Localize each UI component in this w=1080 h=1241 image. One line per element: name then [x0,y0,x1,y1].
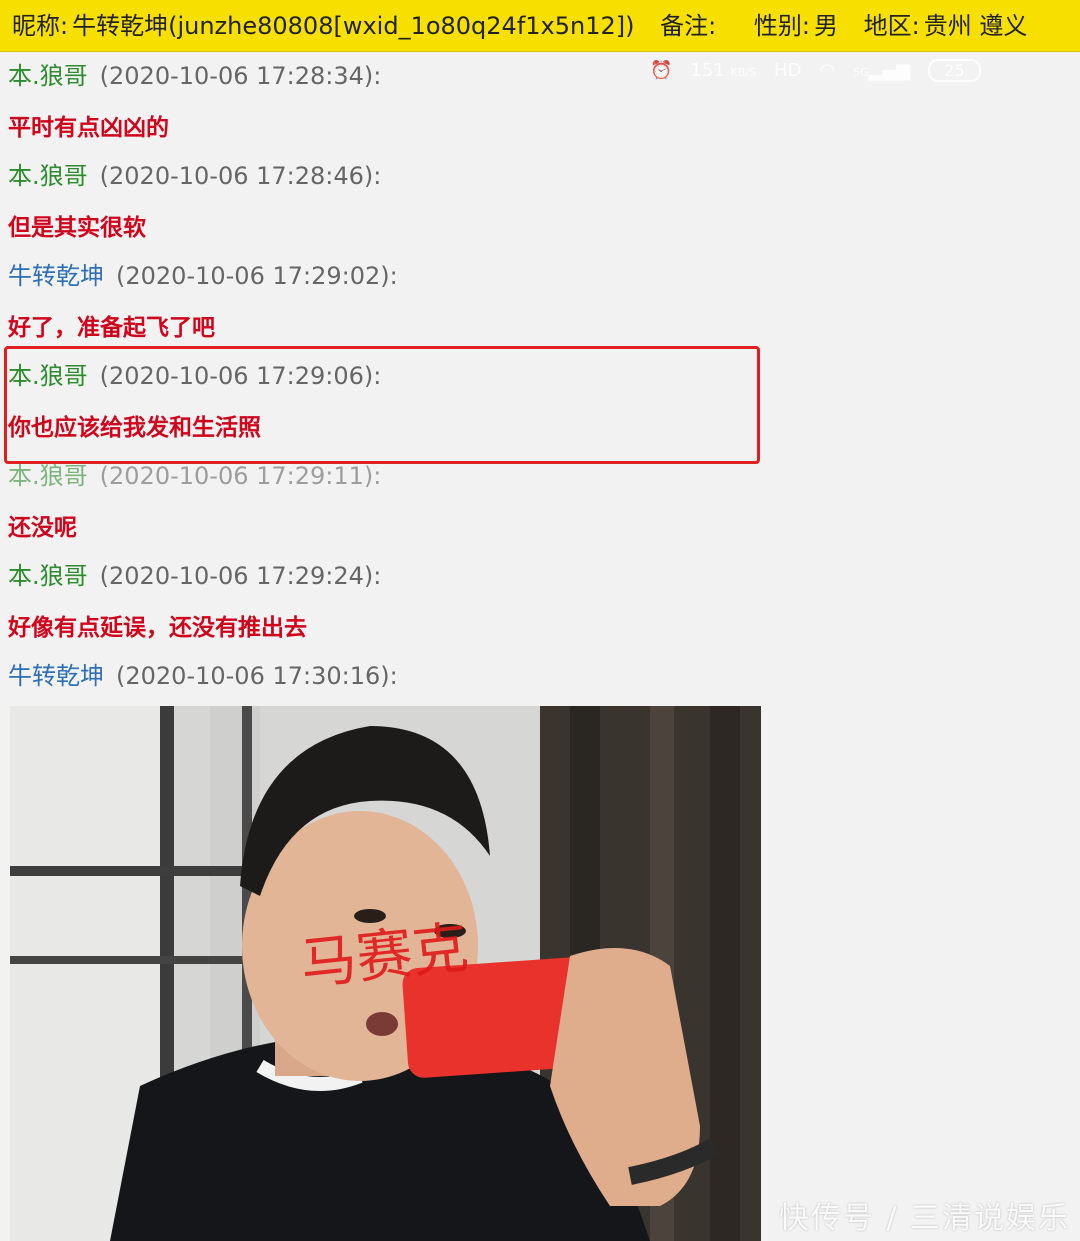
alarm-icon: ⏰ [650,59,673,81]
message-header: 本.狼哥 (2020-10-06 17:29:24): [8,556,381,591]
region-label: 地区: [863,12,920,40]
watermark: 快传号 / 三清说娱乐 [778,1201,1070,1236]
gender-value: 男 [813,12,838,40]
nickname-value: 牛转乾坤(junzhe80808[wxid_1o80q24f1x5n12]) [72,12,635,40]
wifi-icon: ◠ [819,59,836,81]
timestamp: (2020-10-06 17:29:11): [99,462,382,490]
timestamp: (2020-10-06 17:28:34): [99,62,382,90]
network-speed: 151 KB/S [690,59,756,81]
region-value: 贵州 遵义 [923,12,1028,40]
sender-name: 本.狼哥 [8,462,88,490]
message-header: 牛转乾坤 (2020-10-06 17:29:02): [8,256,398,291]
sender-name: 本.狼哥 [8,162,88,190]
sender-name: 牛转乾坤 [8,262,104,290]
sender-name: 牛转乾坤 [8,662,104,690]
message-text: 但是其实很软 [8,215,146,241]
highlight-box [4,346,760,464]
message-header: 本.狼哥 (2020-10-06 17:28:34): [8,56,381,91]
gender-label: 性别: [753,12,810,40]
photo-message[interactable]: 马赛克 [10,706,761,1241]
message-text: 还没呢 [8,515,77,541]
timestamp: (2020-10-06 17:29:24): [99,562,382,590]
timestamp: (2020-10-06 17:29:02): [116,262,398,290]
status-bar-overlay: ⏰ 151 KB/S HD ◠ 5G▂▄▆ 25 [650,50,981,90]
message-text: 好像有点延误，还没有推出去 [8,615,307,641]
contact-info-bar: 昵称: 牛转乾坤(junzhe80808[wxid_1o80q24f1x5n12]… [0,0,1080,52]
sender-name: 本.狼哥 [8,562,88,590]
message-header: 牛转乾坤 (2020-10-06 17:30:16): [8,656,398,691]
nickname-label: 昵称: [12,12,69,40]
battery-icon: 25 [928,58,981,82]
message-text: 平时有点凶凶的 [8,115,169,141]
hd-icon: HD [773,59,802,81]
sender-name: 本.狼哥 [8,62,88,90]
signal-icon: 5G▂▄▆ [853,59,911,81]
timestamp: (2020-10-06 17:28:46): [99,162,382,190]
timestamp: (2020-10-06 17:30:16): [116,662,398,690]
message-text: 好了，准备起飞了吧 [8,315,215,341]
message-header: 本.狼哥 (2020-10-06 17:28:46): [8,156,381,191]
remark-label: 备注: [660,12,717,40]
